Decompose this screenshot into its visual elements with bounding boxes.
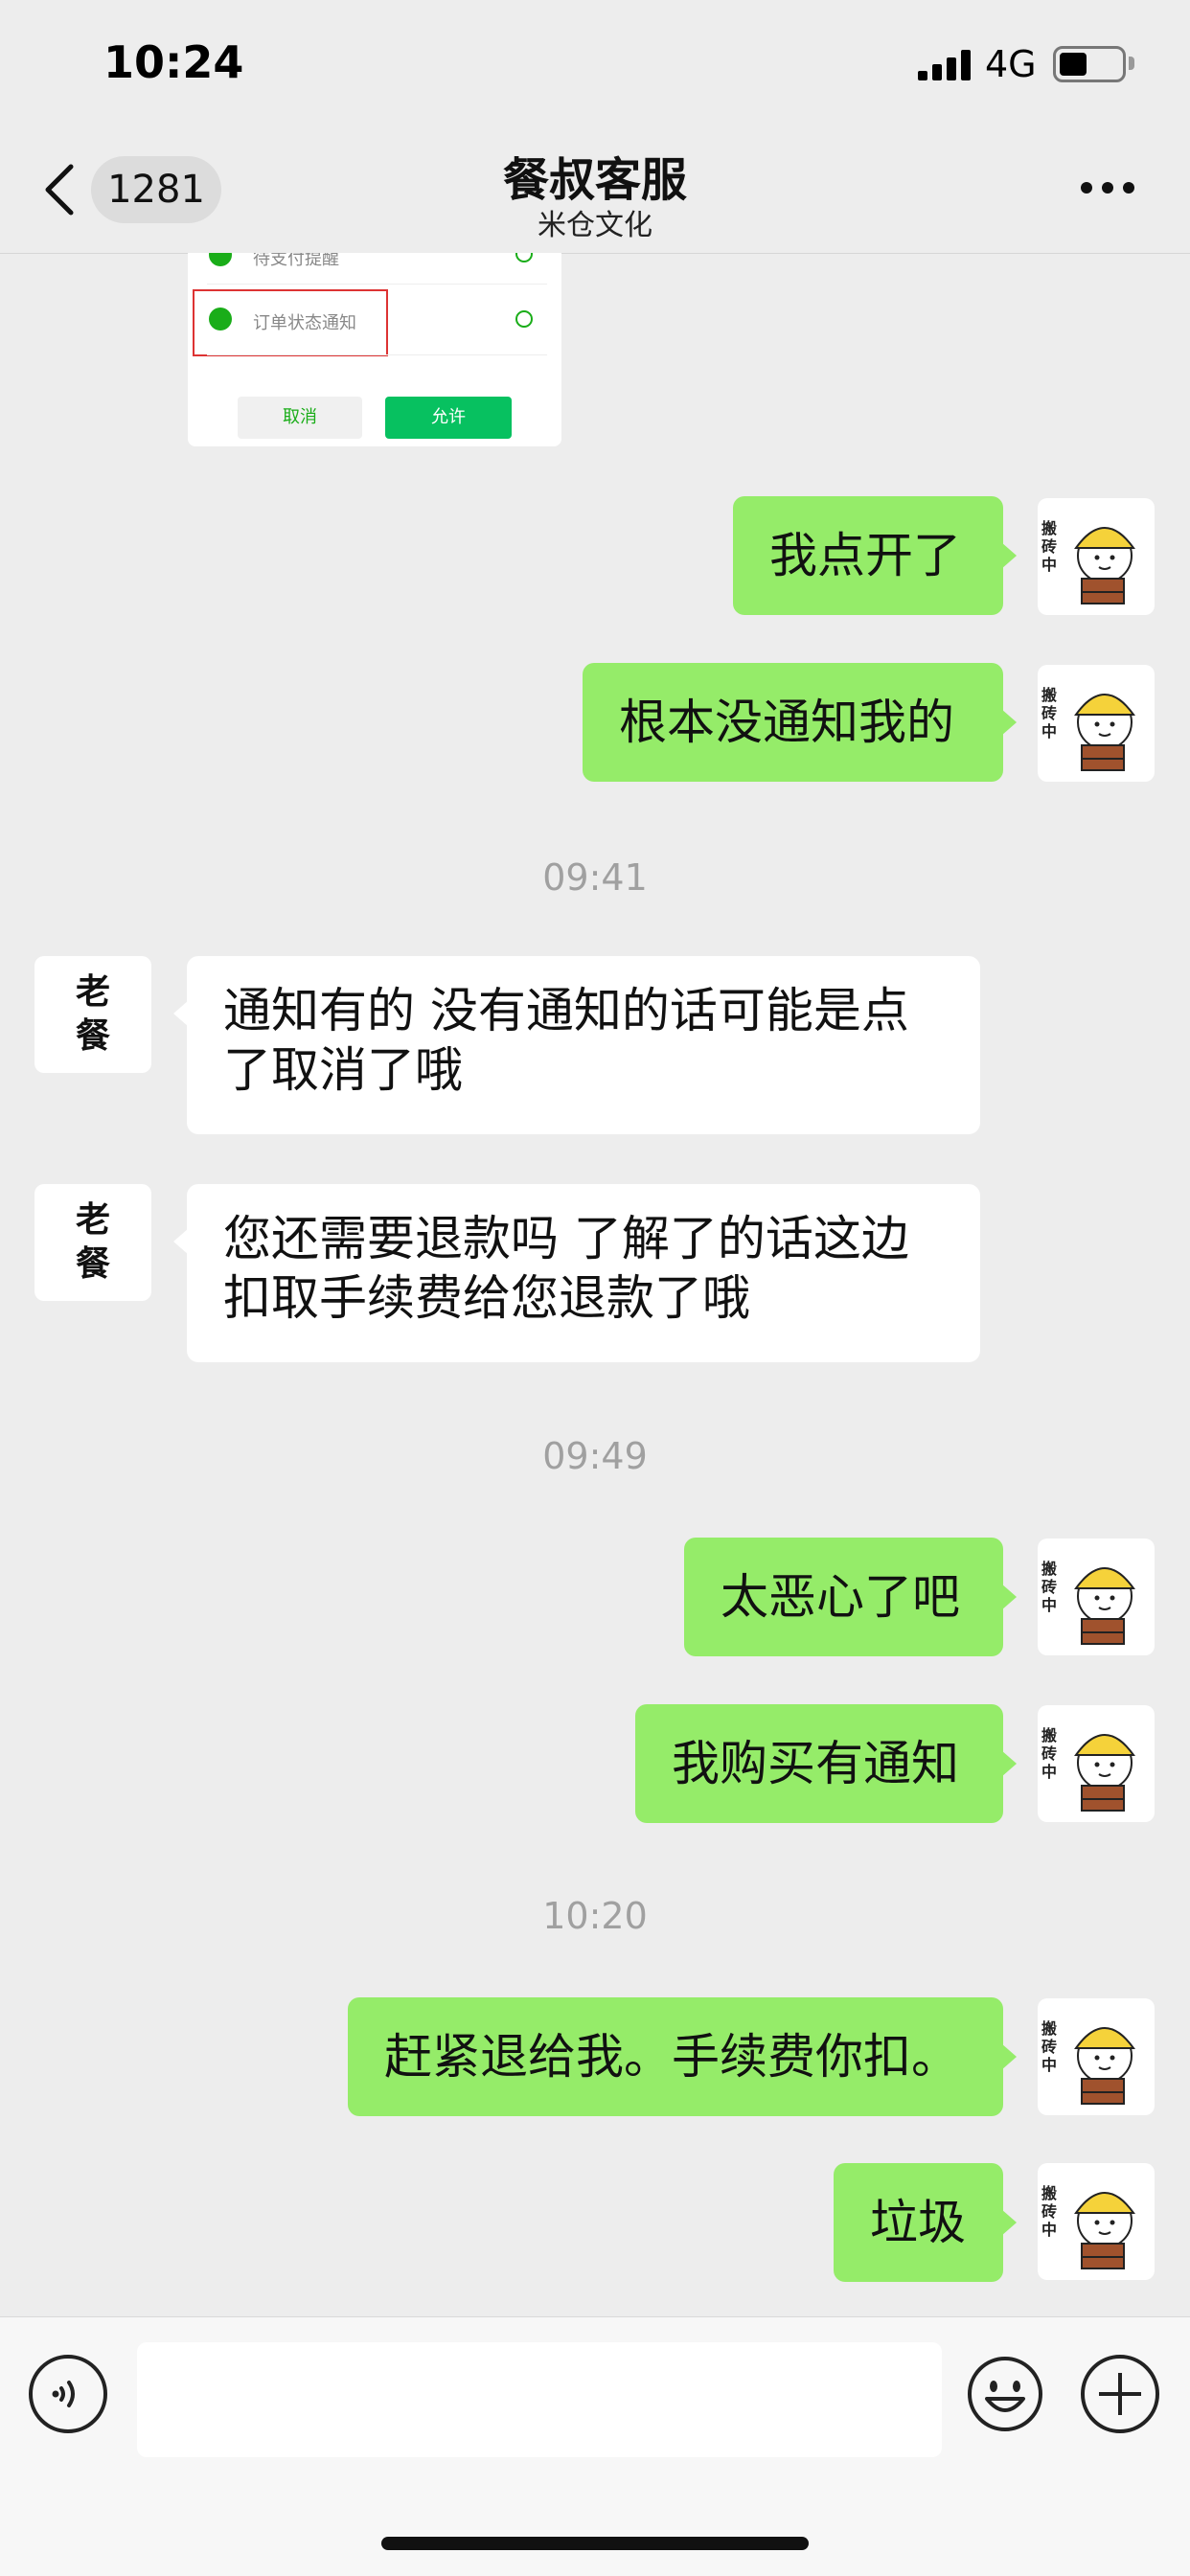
check-circle-icon (209, 253, 232, 266)
my-avatar[interactable]: 搬砖中 (1038, 1998, 1155, 2115)
message-bubble-outgoing[interactable]: 太恶心了吧 (684, 1538, 1017, 1656)
message-bubble-outgoing[interactable]: 我购买有通知 (635, 1704, 1017, 1823)
message-text: 我点开了 (769, 528, 961, 583)
message-text: 赶紧退给我。手续费你扣。 (384, 2029, 959, 2085)
avatar-caption: 搬砖中 (1041, 519, 1058, 574)
my-avatar[interactable]: 搬砖中 (1038, 1705, 1155, 1822)
battery-icon (1053, 46, 1126, 82)
message-bubble-outgoing[interactable]: 根本没通知我的 (583, 663, 1017, 782)
avatar-caption: 搬砖中 (1041, 2019, 1058, 2074)
status-time: 10:24 (103, 36, 244, 88)
signal-icon (918, 50, 971, 80)
add-attachment-icon[interactable] (1081, 2355, 1159, 2433)
card-row-label: 订单状态通知 (253, 313, 356, 333)
timestamp: 10:20 (542, 1895, 648, 1937)
my-avatar[interactable]: 搬砖中 (1038, 2163, 1155, 2280)
message-text-line: 您还需要退款吗 了解了的话这边 (223, 1211, 909, 1266)
message-bubble-outgoing[interactable]: 我点开了 (733, 496, 1017, 615)
message-bubble-outgoing[interactable]: 垃圾 (834, 2163, 1017, 2282)
avatar-caption: 老餐 (75, 1199, 110, 1284)
message-text-line: 了取消了哦 (223, 1042, 463, 1098)
info-icon (515, 253, 533, 262)
card-row-label: 待支付提醒 (253, 253, 339, 269)
message-bubble-incoming[interactable]: 您还需要退款吗 了解了的话这边 扣取手续费给您退款了哦 (173, 1184, 980, 1362)
message-text: 根本没通知我的 (619, 695, 954, 750)
avatar-caption: 搬砖中 (1041, 1560, 1058, 1614)
permission-screenshot-card[interactable]: 待支付提醒 订单状态通知 取消 允许 (188, 253, 561, 446)
message-bubble-outgoing[interactable]: 赶紧退给我。手续费你扣。 (348, 1997, 1017, 2116)
timestamp: 09:41 (542, 856, 648, 899)
card-allow-button: 允许 (385, 397, 512, 439)
my-avatar[interactable]: 搬砖中 (1038, 498, 1155, 615)
voice-input-icon[interactable] (29, 2355, 107, 2433)
avatar-caption: 搬砖中 (1041, 686, 1058, 741)
avatar-caption: 搬砖中 (1041, 1726, 1058, 1781)
network-type: 4G (985, 43, 1037, 85)
timestamp: 09:49 (542, 1435, 648, 1477)
more-options-icon[interactable] (1081, 182, 1134, 195)
my-avatar[interactable]: 搬砖中 (1038, 665, 1155, 782)
message-text-line: 扣取手续费给您退款了哦 (223, 1270, 750, 1326)
info-icon (515, 310, 533, 328)
message-text-line: 通知有的 没有通知的话可能是点 (223, 983, 909, 1038)
message-text: 我购买有通知 (672, 1736, 959, 1791)
avatar-caption: 搬砖中 (1041, 2184, 1058, 2239)
home-indicator (381, 2537, 809, 2550)
message-text: 太恶心了吧 (721, 1569, 960, 1625)
avatar-caption: 老餐 (75, 971, 110, 1056)
message-input[interactable] (137, 2342, 942, 2457)
service-avatar[interactable]: 老餐 (34, 1184, 151, 1301)
card-cancel-button: 取消 (238, 397, 362, 439)
service-avatar[interactable]: 老餐 (34, 956, 151, 1073)
message-bubble-incoming[interactable]: 通知有的 没有通知的话可能是点 了取消了哦 (173, 956, 980, 1134)
chat-title: 餐叔客服 (502, 153, 687, 207)
divider (207, 284, 547, 285)
message-text: 垃圾 (870, 2195, 966, 2250)
check-circle-icon (209, 308, 232, 331)
emoji-icon[interactable] (966, 2355, 1044, 2433)
status-bar: 10:24 4G (0, 0, 1190, 134)
battery-cap (1129, 57, 1134, 70)
my-avatar[interactable]: 搬砖中 (1038, 1539, 1155, 1655)
chat-subtitle: 米仓文化 (538, 209, 652, 242)
divider (207, 354, 547, 355)
